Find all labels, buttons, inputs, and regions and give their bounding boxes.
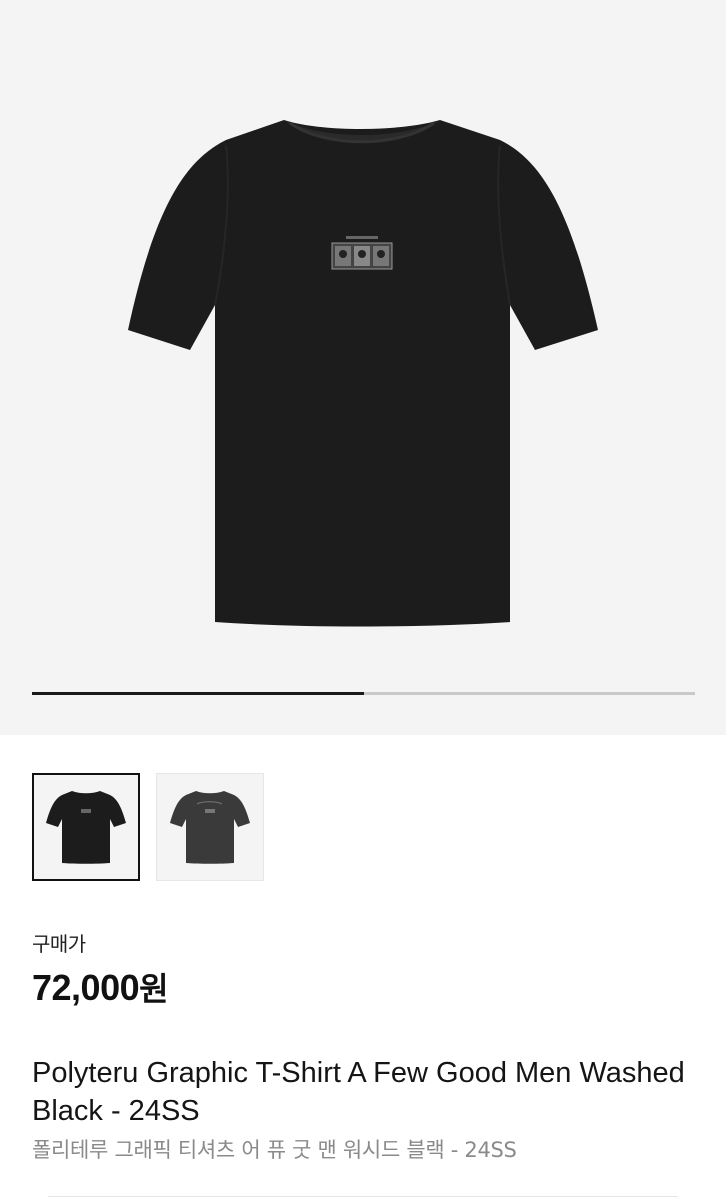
product-title: Polyteru Graphic T-Shirt A Few Good Men …: [32, 1057, 685, 1127]
price-value: 72,000: [32, 967, 140, 1008]
price-label: 구매가: [32, 932, 86, 956]
thumbnail-washed[interactable]: [156, 773, 264, 881]
divider: [48, 1196, 678, 1197]
thumbnail-list: [32, 773, 264, 881]
gallery-progress-fill: [32, 692, 364, 695]
price: 72,000원: [32, 964, 169, 1010]
product-image-area[interactable]: [0, 0, 726, 735]
gallery-progress-bar: [32, 692, 695, 695]
price-unit: 원: [139, 970, 169, 1008]
tshirt-thumbnail-icon: [170, 791, 250, 864]
tshirt-thumbnail-icon: [46, 791, 126, 864]
thumbnail-black[interactable]: [32, 773, 140, 881]
tshirt-image: [128, 120, 598, 627]
product-subtitle-korean: 폴리테루 그래픽 티셔츠 어 퓨 굿 맨 워시드 블랙 - 24SS: [32, 1138, 517, 1162]
